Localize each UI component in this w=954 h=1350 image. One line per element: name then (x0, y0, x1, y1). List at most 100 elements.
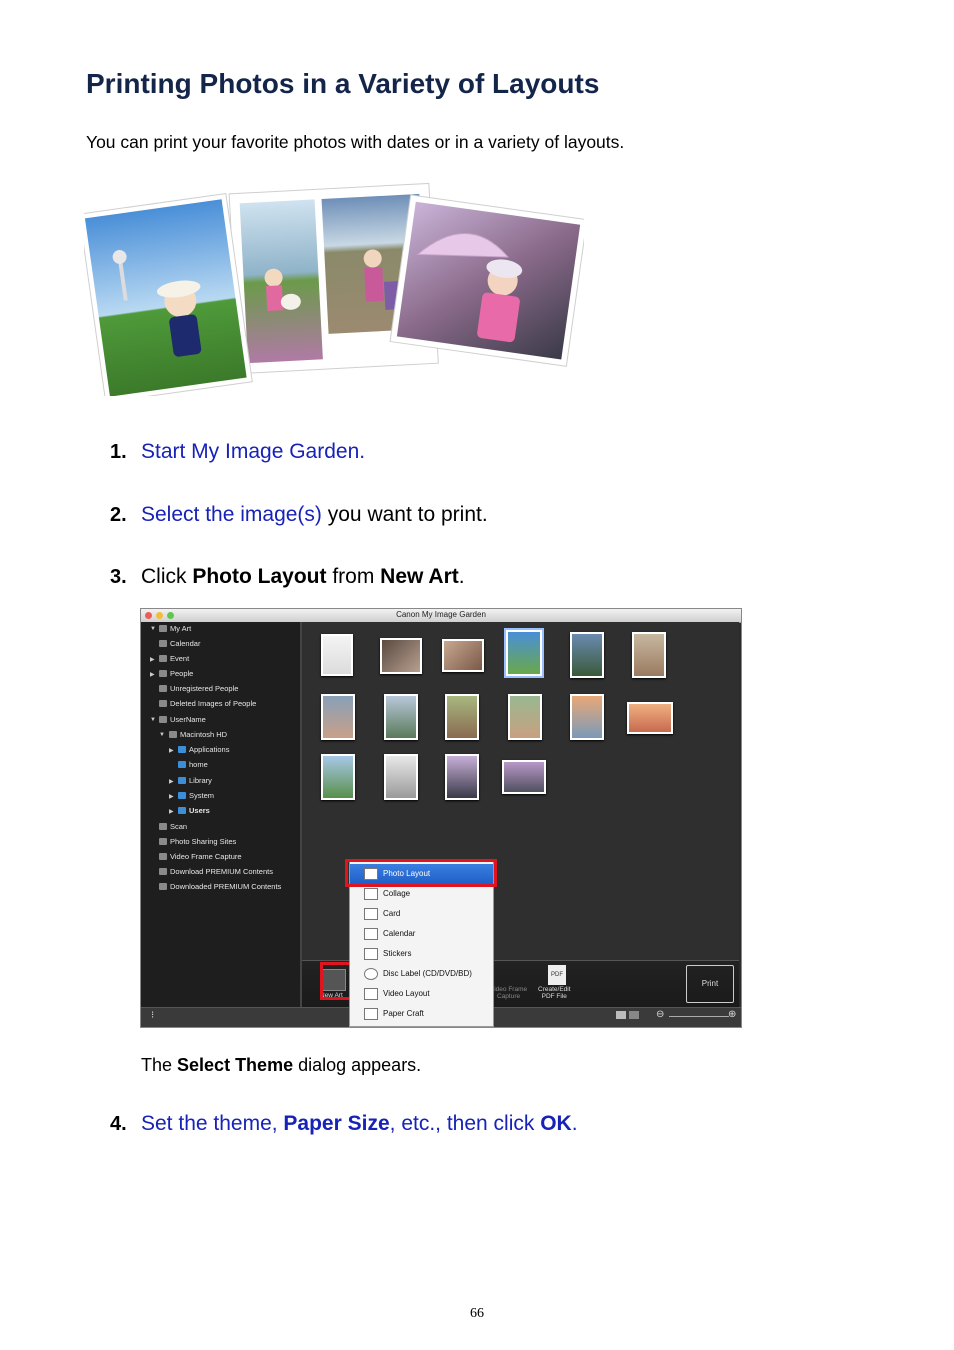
print-button[interactable]: Print (686, 965, 734, 1003)
thumbnail[interactable] (321, 694, 355, 740)
view-mode-icon[interactable] (616, 1011, 626, 1019)
view-mode-icon[interactable] (629, 1011, 639, 1019)
sidebar-item-calendar[interactable]: Calendar (159, 639, 200, 648)
step-number: 1. (110, 441, 127, 463)
intro-text: You can print your favorite photos with … (86, 132, 625, 152)
folder-icon (178, 807, 186, 814)
sidebar: ▼ My Art Calendar ▶ Event ▶ People Unreg… (141, 622, 302, 1007)
video-frame-capture-label[interactable]: Video Frame Capture (490, 986, 527, 1000)
thumbnail[interactable] (442, 639, 484, 672)
expand-arrow-icon: ▼ (150, 717, 156, 723)
thumbnail[interactable] (508, 694, 542, 740)
sidebar-item-people[interactable]: People (159, 669, 193, 678)
note-pre: The (141, 1055, 178, 1075)
result-note: The Select Theme dialog appears. (141, 1055, 421, 1076)
sidebar-item-my-art[interactable]: My Art (159, 624, 191, 633)
menu-item-paper-craft[interactable]: Paper Craft (350, 1004, 493, 1024)
start-my-image-garden-link[interactable]: Start My Image Garden. (141, 440, 365, 464)
sidebar-label: Deleted Images of People (170, 699, 257, 708)
step-3-mid: from (326, 565, 381, 588)
info-icon[interactable]: ⁝ (151, 1010, 154, 1021)
thumbnail[interactable] (384, 754, 418, 800)
sidebar-item-library[interactable]: Library (178, 776, 212, 785)
thumbnail[interactable] (570, 694, 604, 740)
menu-label: Collage (383, 889, 411, 898)
step-number: 2. (110, 504, 127, 526)
sidebar-item-deleted-people[interactable]: Deleted Images of People (159, 699, 256, 708)
pdf-icon[interactable]: PDF (548, 965, 566, 985)
thumbnail[interactable] (502, 760, 546, 794)
zoom-slider[interactable] (669, 1016, 729, 1017)
sidebar-item-event[interactable]: Event (159, 654, 189, 663)
sidebar-label: home (189, 760, 208, 769)
sidebar-item-system[interactable]: System (178, 791, 214, 800)
sidebar-item-download-premium[interactable]: Download PREMIUM Contents (159, 867, 273, 876)
video-frame-label-line1: Video Frame (490, 986, 528, 993)
thumbnail[interactable] (384, 694, 418, 740)
new-art-term: New Art (380, 565, 459, 588)
sidebar-label: Scan (170, 822, 188, 831)
thumbnail[interactable] (321, 754, 355, 800)
menu-item-collage[interactable]: Collage (350, 884, 493, 904)
menu-item-video-layout[interactable]: Video Layout (350, 984, 493, 1004)
sidebar-label: Library (189, 776, 212, 785)
sidebar-item-photo-sharing-sites[interactable]: Photo Sharing Sites (159, 837, 236, 846)
window-titlebar: Canon My Image Garden (141, 609, 741, 623)
sidebar-item-users[interactable]: Users (178, 806, 210, 815)
sidebar-item-video-frame-capture[interactable]: Video Frame Capture (159, 852, 242, 861)
zoom-out-icon[interactable]: ⊖ (656, 1009, 664, 1020)
step-4-post: . (571, 1112, 578, 1135)
sidebar-item-macintosh-hd[interactable]: Macintosh HD (169, 730, 227, 739)
thumbnail-selected[interactable] (504, 628, 544, 678)
thumbnail[interactable] (627, 702, 673, 734)
menu-item-stickers[interactable]: Stickers (350, 944, 493, 964)
thumbnail[interactable] (445, 754, 479, 800)
sidebar-item-scan[interactable]: Scan (159, 822, 187, 831)
new-art-highlight (320, 962, 352, 1000)
expand-arrow-icon: ▼ (159, 732, 165, 738)
menu-label: Card (383, 909, 401, 918)
set-theme-link[interactable]: Set the theme, Paper Size, etc., then cl… (141, 1112, 578, 1136)
select-theme-term: Select Theme (177, 1055, 294, 1075)
video-frame-label-line2: Capture (496, 993, 521, 1000)
sidebar-label: UserName (170, 715, 206, 724)
step-number: 4. (110, 1113, 127, 1135)
menu-label: Stickers (383, 949, 412, 958)
create-edit-pdf-label[interactable]: Create/Edit PDF File (538, 986, 571, 1000)
sidebar-item-username[interactable]: UserName (159, 715, 206, 724)
thumbnail[interactable] (380, 638, 422, 674)
step-2-rest: you want to print. (321, 503, 488, 526)
person-icon (159, 685, 167, 692)
step-3-post: . (458, 565, 465, 588)
video-icon (159, 853, 167, 860)
menu-label: Video Layout (383, 989, 430, 998)
thumbnail[interactable] (632, 632, 666, 678)
thumbnail[interactable] (570, 632, 604, 678)
step-3-text: Click Photo Layout from New Art. (141, 565, 465, 589)
card-icon (364, 908, 378, 920)
pdf-label-line1: Create/Edit (538, 986, 571, 993)
select-images-link[interactable]: Select the image(s) (141, 503, 322, 526)
folder-icon (178, 746, 186, 753)
sidebar-label: People (170, 669, 194, 678)
sidebar-item-home[interactable]: home (178, 760, 208, 769)
sidebar-item-applications[interactable]: Applications (178, 745, 229, 754)
zoom-in-icon[interactable]: ⊕ (728, 1009, 736, 1020)
pdf-label-line2: PDF File (541, 993, 567, 1000)
menu-label: Disc Label (CD/DVD/BD) (383, 969, 472, 978)
person-icon (159, 700, 167, 707)
thumbnail[interactable] (321, 634, 353, 676)
paper-craft-icon (364, 1008, 378, 1020)
collapse-arrow-icon: ▶ (150, 672, 155, 678)
sidebar-item-downloaded-premium[interactable]: Downloaded PREMIUM Contents (159, 882, 281, 891)
collapse-arrow-icon: ▶ (169, 779, 174, 785)
folder-icon (178, 792, 186, 799)
sidebar-label: Photo Sharing Sites (170, 837, 237, 846)
menu-item-calendar[interactable]: Calendar (350, 924, 493, 944)
person-icon (159, 670, 167, 677)
menu-item-card[interactable]: Card (350, 904, 493, 924)
thumbnail[interactable] (445, 694, 479, 740)
menu-item-disc-label[interactable]: Disc Label (CD/DVD/BD) (350, 964, 493, 984)
hero-photo-collage (84, 182, 584, 396)
sidebar-item-unregistered-people[interactable]: Unregistered People (159, 684, 238, 693)
